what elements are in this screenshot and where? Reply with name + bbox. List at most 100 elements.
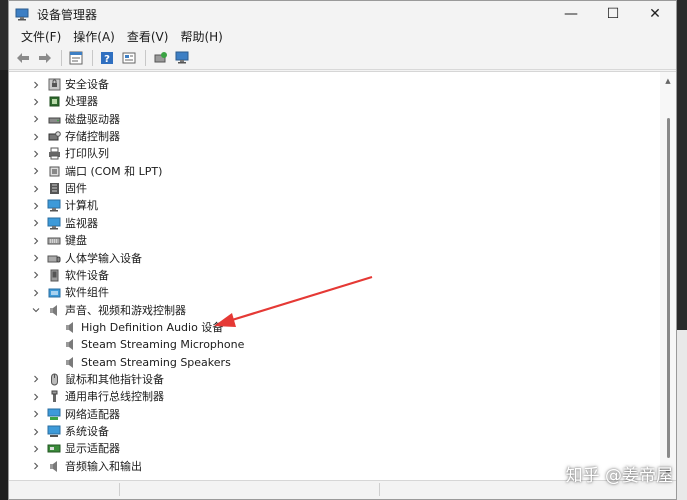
tree-category[interactable]: 键盘 (31, 232, 87, 249)
tree-category[interactable]: 音频输入和输出 (31, 458, 142, 475)
chevron-right-icon[interactable] (31, 166, 41, 176)
chevron-right-icon[interactable] (31, 218, 41, 228)
device-manager-window: 设备管理器 — ☐ ✕ 文件(F) 操作(A) 查看(V) 帮助(H) ? 安全… (8, 0, 677, 500)
tree-category-label: 显示适配器 (65, 442, 120, 456)
maximize-button[interactable]: ☐ (592, 1, 634, 27)
menu-help[interactable]: 帮助(H) (174, 27, 228, 47)
keyboard-icon (47, 234, 61, 248)
disk-drive-icon (47, 112, 61, 126)
close-button[interactable]: ✕ (634, 1, 676, 27)
tree-category[interactable]: 固件 (31, 180, 87, 197)
chevron-right-icon[interactable] (31, 461, 41, 471)
chevron-right-icon[interactable] (31, 201, 41, 211)
toolbar: ? (9, 47, 676, 70)
tree-device[interactable]: High Definition Audio 设备 (63, 319, 223, 336)
port-icon (47, 164, 61, 178)
chevron-right-icon[interactable] (31, 149, 41, 159)
chevron-right-icon[interactable] (31, 374, 41, 384)
toolbar-separator (92, 50, 93, 66)
tree-device[interactable]: Steam Streaming Speakers (63, 354, 231, 371)
chevron-right-icon[interactable] (31, 409, 41, 419)
chevron-down-icon[interactable] (31, 305, 41, 315)
chevron-right-icon[interactable] (31, 97, 41, 107)
window-controls: — ☐ ✕ (550, 1, 676, 27)
tree-category[interactable]: 鼠标和其他指针设备 (31, 371, 164, 388)
tree-category[interactable]: 声音、视频和游戏控制器 (31, 302, 186, 319)
chevron-right-icon[interactable] (31, 270, 41, 280)
tree-device[interactable]: Steam Streaming Microphone (63, 336, 244, 353)
tree-category[interactable]: 打印队列 (31, 145, 109, 162)
hid-icon (47, 251, 61, 265)
toolbar-separator (145, 50, 146, 66)
tree-category-label: 鼠标和其他指针设备 (65, 372, 164, 386)
tree-category[interactable]: 系统设备 (31, 423, 109, 440)
tree-category-label: 软件设备 (65, 268, 109, 282)
back-icon[interactable] (13, 49, 33, 67)
vertical-scrollbar[interactable]: ▲ ▼ (660, 72, 676, 482)
chevron-right-icon[interactable] (31, 427, 41, 437)
status-segment (9, 483, 120, 496)
tree-category[interactable]: 端口 (COM 和 LPT) (31, 163, 162, 180)
menu-action[interactable]: 操作(A) (67, 27, 121, 47)
tree-category-label: 音频输入和输出 (65, 459, 142, 473)
speaker-icon (63, 338, 77, 352)
tree-category-label: 键盘 (65, 234, 87, 248)
menu-bar: 文件(F) 操作(A) 查看(V) 帮助(H) (9, 27, 676, 47)
tree-category[interactable]: 安全设备 (31, 76, 109, 93)
speaker-icon (63, 355, 77, 369)
monitor-icon[interactable] (172, 49, 192, 67)
tree-category-label: 声音、视频和游戏控制器 (65, 303, 186, 317)
tree-category[interactable]: 存储控制器 (31, 128, 120, 145)
forward-icon[interactable] (35, 49, 55, 67)
printer-icon (47, 147, 61, 161)
tree-category-label: 固件 (65, 182, 87, 196)
chevron-right-icon[interactable] (31, 236, 41, 246)
chevron-right-icon[interactable] (31, 392, 41, 402)
chevron-right-icon[interactable] (31, 288, 41, 298)
scroll-up-icon[interactable]: ▲ (660, 74, 676, 88)
firmware-icon (47, 182, 61, 196)
tree-category-label: 安全设备 (65, 78, 109, 91)
tree-category[interactable]: 监视器 (31, 215, 98, 232)
usb-icon (47, 390, 61, 404)
tree-device-label: High Definition Audio 设备 (81, 320, 224, 334)
tree-category[interactable]: 显示适配器 (31, 440, 120, 457)
tree-category[interactable]: 通用串行总线控制器 (31, 388, 164, 405)
minimize-button[interactable]: — (550, 1, 592, 27)
chevron-right-icon[interactable] (31, 184, 41, 194)
help-icon[interactable]: ? (97, 49, 117, 67)
software-component-icon (47, 286, 61, 300)
tree-category-label: 软件组件 (65, 286, 109, 300)
audio-io-icon (47, 459, 61, 473)
system-device-icon (47, 425, 61, 439)
chevron-right-icon[interactable] (31, 253, 41, 263)
device-tree-pane[interactable]: 安全设备处理器磁盘驱动器存储控制器 打印队列 端口 (COM 和 LPT) 固件 计算机… (9, 71, 676, 482)
tree-category[interactable]: 处理器 (31, 93, 98, 110)
tree-category-label: 磁盘驱动器 (65, 112, 120, 126)
view-icon[interactable] (119, 49, 139, 67)
tree-category[interactable]: 人体学输入设备 (31, 250, 142, 267)
update-driver-icon[interactable] (150, 49, 170, 67)
tree-category-label: 系统设备 (65, 425, 109, 438)
title-bar[interactable]: 设备管理器 — ☐ ✕ (9, 1, 676, 27)
chevron-right-icon[interactable] (31, 80, 41, 90)
menu-file[interactable]: 文件(F) (15, 27, 67, 47)
tree-category[interactable]: 软件组件 (31, 284, 109, 301)
toolbar-separator (61, 50, 62, 66)
tree-category[interactable]: 网络适配器 (31, 406, 120, 423)
mouse-icon (47, 372, 61, 386)
chevron-right-icon[interactable] (31, 444, 41, 454)
display-adapter-icon (47, 442, 61, 456)
storage-controller-icon (47, 130, 61, 144)
tree-category[interactable]: 计算机 (31, 197, 98, 214)
tree-category[interactable]: 软件设备 (31, 267, 109, 284)
tree-category[interactable]: 磁盘驱动器 (31, 111, 120, 128)
properties-icon[interactable] (66, 49, 86, 67)
speaker-icon (63, 320, 77, 334)
background-window-left (0, 70, 8, 500)
chevron-right-icon[interactable] (31, 114, 41, 124)
scrollbar-thumb[interactable] (667, 118, 670, 458)
watermark: 知乎 @姜帝屋 (565, 466, 673, 486)
chevron-right-icon[interactable] (31, 132, 41, 142)
menu-view[interactable]: 查看(V) (121, 27, 175, 47)
